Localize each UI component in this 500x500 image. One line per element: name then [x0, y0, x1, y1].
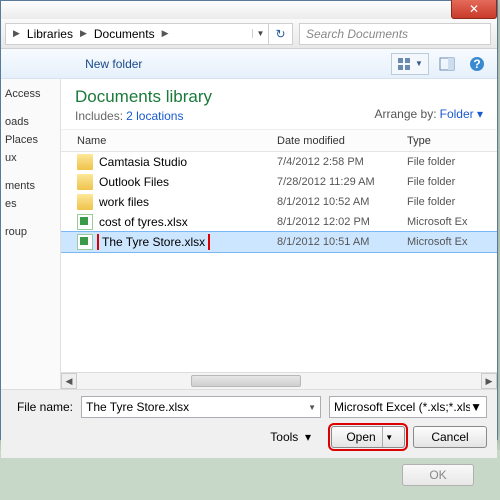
- help-icon: ?: [469, 56, 485, 72]
- chevron-right-icon: ▶: [159, 28, 172, 39]
- file-type: File folder: [407, 196, 497, 208]
- main-pane: Documents library Includes: 2 locations …: [61, 79, 497, 389]
- refresh-button[interactable]: ↻: [269, 23, 293, 45]
- chevron-down-icon[interactable]: ▼: [470, 400, 482, 414]
- file-row[interactable]: Camtasia Studio 7/4/2012 2:58 PMFile fold…: [61, 152, 497, 172]
- file-date: 7/28/2012 11:29 AM: [277, 176, 407, 188]
- arrange-by-button[interactable]: Folder ▾: [440, 107, 483, 121]
- filename-value: The Tyre Store.xlsx: [86, 400, 189, 414]
- filename-input[interactable]: The Tyre Store.xlsx ▼: [81, 396, 321, 418]
- file-date: 8/1/2012 10:51 AM: [277, 236, 407, 248]
- file-row[interactable]: Outlook Files 7/28/2012 11:29 AMFile fold…: [61, 172, 497, 192]
- locations-link[interactable]: 2 locations: [126, 109, 183, 123]
- excel-file-icon: [77, 234, 93, 250]
- sidebar-item[interactable]: es: [3, 195, 58, 213]
- folder-icon: [77, 154, 93, 170]
- library-title: Documents library: [75, 87, 212, 107]
- open-label: Open: [346, 430, 375, 444]
- file-row[interactable]: work files 8/1/2012 10:52 AMFile folder: [61, 192, 497, 212]
- preview-pane-button[interactable]: [435, 53, 459, 75]
- file-date: 7/4/2012 2:58 PM: [277, 156, 407, 168]
- file-type: Microsoft Ex: [407, 216, 497, 228]
- file-name: Camtasia Studio: [99, 155, 187, 169]
- folder-icon: [77, 174, 93, 190]
- filename-label: File name:: [11, 400, 81, 414]
- file-type: File folder: [407, 156, 497, 168]
- file-type: Microsoft Ex: [407, 236, 497, 248]
- views-button[interactable]: ▼: [391, 53, 429, 75]
- refresh-icon: ↻: [275, 27, 285, 41]
- filter-value: Microsoft Excel (*.xls;*.xlsb;*.xls: [334, 400, 470, 414]
- file-name: Outlook Files: [99, 175, 169, 189]
- col-date[interactable]: Date modified: [277, 135, 407, 147]
- file-list: Camtasia Studio7/4/2012 2:58 PMFile fold…: [61, 152, 497, 372]
- close-button[interactable]: ✕: [451, 0, 497, 19]
- col-name[interactable]: Name: [77, 135, 277, 147]
- help-button[interactable]: ?: [465, 53, 489, 75]
- breadcrumb-libraries[interactable]: Libraries: [23, 27, 77, 41]
- horizontal-scrollbar[interactable]: ◀ ▶: [61, 372, 497, 389]
- breadcrumb-dropdown[interactable]: ▼: [252, 29, 268, 38]
- sidebar-item[interactable]: ments: [3, 177, 58, 195]
- file-type-filter[interactable]: Microsoft Excel (*.xls;*.xlsb;*.xls ▼: [329, 396, 487, 418]
- file-date: 8/1/2012 10:52 AM: [277, 196, 407, 208]
- includes-label: Includes:: [75, 109, 123, 123]
- svg-text:?: ?: [473, 57, 480, 71]
- new-folder-button[interactable]: New folder: [79, 54, 148, 74]
- views-icon: [397, 57, 413, 71]
- breadcrumb-documents[interactable]: Documents: [90, 27, 159, 41]
- open-split-dropdown[interactable]: ▼: [382, 427, 396, 447]
- folder-icon: [77, 194, 93, 210]
- file-row[interactable]: The Tyre Store.xlsx 8/1/2012 10:51 AMMicr…: [61, 232, 497, 252]
- scrollbar-thumb[interactable]: [191, 375, 301, 387]
- file-name: cost of tyres.xlsx: [99, 215, 188, 229]
- preview-icon: [439, 57, 455, 71]
- scroll-left-icon[interactable]: ◀: [61, 373, 77, 389]
- breadcrumb[interactable]: ▶ Libraries ▶ Documents ▶ ▼: [5, 23, 269, 45]
- sidebar-item[interactable]: ux: [3, 149, 58, 167]
- chevron-down-icon[interactable]: ▼: [308, 403, 316, 412]
- sidebar-item[interactable]: oads: [3, 113, 58, 131]
- search-placeholder: Search Documents: [306, 27, 408, 41]
- file-row[interactable]: cost of tyres.xlsx 8/1/2012 12:02 PMMicro…: [61, 212, 497, 232]
- open-file-dialog: ✕ ▶ Libraries ▶ Documents ▶ ▼ ↻ Search D…: [0, 0, 498, 440]
- file-type: File folder: [407, 176, 497, 188]
- open-button[interactable]: Open ▼: [331, 426, 405, 448]
- sidebar-item[interactable]: Access: [3, 85, 58, 103]
- search-input[interactable]: Search Documents: [299, 23, 491, 45]
- column-headers: Name Date modified Type: [61, 130, 497, 152]
- chevron-down-icon: ▼: [415, 59, 423, 68]
- bottom-panel: File name: The Tyre Store.xlsx ▼ Microso…: [1, 389, 497, 458]
- sidebar-item[interactable]: roup: [3, 223, 58, 241]
- sidebar-item[interactable]: Places: [3, 131, 58, 149]
- chevron-right-icon: ▶: [77, 28, 90, 39]
- toolbar: Organize ▾ New folder ▼ ?: [1, 49, 497, 79]
- sidebar: Access oads Places ux ments es roup: [1, 79, 61, 389]
- scroll-right-icon[interactable]: ▶: [481, 373, 497, 389]
- file-name: The Tyre Store.xlsx: [99, 234, 208, 250]
- file-date: 8/1/2012 12:02 PM: [277, 216, 407, 228]
- arrange-label: Arrange by:: [375, 107, 437, 121]
- chevron-right-icon: ▶: [10, 28, 23, 39]
- close-icon: ✕: [469, 2, 479, 16]
- background-ok-button: OK: [402, 464, 474, 486]
- titlebar: ✕: [1, 1, 497, 19]
- tools-button[interactable]: Tools ▾: [270, 430, 311, 444]
- col-type[interactable]: Type: [407, 135, 497, 147]
- excel-file-icon: [77, 214, 93, 230]
- cancel-button[interactable]: Cancel: [413, 426, 487, 448]
- nav-bar: ▶ Libraries ▶ Documents ▶ ▼ ↻ Search Doc…: [1, 19, 497, 49]
- file-name: work files: [99, 195, 149, 209]
